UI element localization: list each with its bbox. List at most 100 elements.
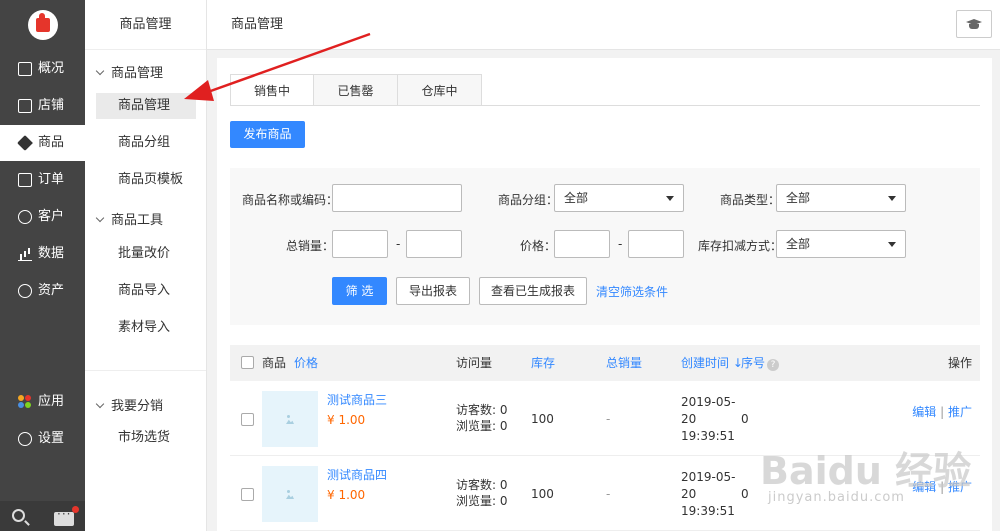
- nav-item-market-selection[interactable]: 市场选货: [96, 425, 196, 451]
- filter-panel: 商品名称或编码： 商品分组： 全部 商品类型： 全部 总销量： - 价格： - …: [230, 168, 980, 325]
- sidebar-item-label: 客户: [38, 209, 65, 224]
- total-sales-label: 总销量：: [286, 239, 335, 253]
- chevron-down-icon: [95, 213, 105, 223]
- secondary-nav: 商品管理 商品管理 商品管理 商品分组 商品页模板 商品工具 批量改价 商品导入…: [85, 0, 207, 531]
- stock-value: 100: [531, 412, 554, 426]
- col-product: 商品: [262, 356, 287, 370]
- created-time: 19:39:51: [681, 504, 735, 518]
- price-label: 价格：: [520, 239, 557, 253]
- sidebar-item-orders[interactable]: 订单: [0, 162, 85, 198]
- baidu-watermark-url: jingyan.baidu.com: [768, 490, 905, 505]
- clear-filters-link[interactable]: 清空筛选条件: [596, 283, 668, 300]
- nav-group-label: 商品工具: [111, 213, 164, 228]
- price-max-input[interactable]: [628, 230, 684, 258]
- main-sidebar: 概况 店铺 商品 订单 客户 数据 资产 应用 设置: [0, 0, 85, 531]
- logo[interactable]: [28, 10, 58, 40]
- chart-icon: [18, 247, 32, 261]
- row-checkbox[interactable]: [241, 488, 254, 501]
- tab-sold-out[interactable]: 已售罄: [314, 74, 398, 106]
- range-dash: -: [396, 237, 401, 251]
- chevron-down-icon: [95, 66, 105, 76]
- promote-link[interactable]: 推广: [948, 405, 972, 419]
- secondary-nav-title: 商品管理: [85, 0, 206, 50]
- filter-button[interactable]: 筛 选: [332, 277, 387, 305]
- tab-in-warehouse[interactable]: 仓库中: [398, 74, 482, 106]
- stock-deduct-label: 库存扣减方式：: [698, 239, 783, 253]
- group-select[interactable]: 全部: [554, 184, 684, 212]
- product-price: ¥ 1.00: [327, 413, 366, 427]
- nav-item-material-import[interactable]: 素材导入: [96, 315, 196, 341]
- sales-min-input[interactable]: [332, 230, 388, 258]
- sidebar-item-label: 设置: [38, 431, 65, 446]
- apps-icon: [18, 395, 32, 409]
- tab-on-sale[interactable]: 销售中: [230, 74, 314, 106]
- col-stock[interactable]: 库存: [531, 345, 555, 381]
- tag-icon: [17, 135, 33, 151]
- name-code-input[interactable]: [332, 184, 462, 212]
- sidebar-item-goods[interactable]: 商品: [0, 125, 85, 161]
- tabs-divider: [230, 105, 980, 106]
- group-label: 商品分组：: [498, 193, 559, 207]
- visitor-count: 访客数: 0: [456, 478, 508, 492]
- stock-deduct-select[interactable]: 全部: [776, 230, 906, 258]
- divider: [85, 370, 206, 371]
- nav-item-goods-import[interactable]: 商品导入: [96, 278, 196, 304]
- nav-item-page-templates[interactable]: 商品页模板: [96, 167, 196, 193]
- created-date: 2019-05-: [681, 395, 736, 409]
- product-thumbnail-image-icon[interactable]: [262, 391, 318, 447]
- product-name-link[interactable]: 测试商品三: [327, 391, 387, 408]
- col-price[interactable]: 价格: [294, 345, 318, 381]
- export-report-button[interactable]: 导出报表: [396, 277, 470, 305]
- sidebar-footer: [0, 501, 85, 531]
- nav-item-goods-groups[interactable]: 商品分组: [96, 130, 196, 156]
- nav-item-batch-price[interactable]: 批量改价: [96, 241, 196, 267]
- col-order[interactable]: 序号?: [741, 345, 780, 381]
- sidebar-item-label: 商品: [38, 135, 65, 150]
- row-actions: 编辑 | 推广: [912, 403, 972, 420]
- view-reports-button[interactable]: 查看已生成报表: [479, 277, 587, 305]
- row-checkbox[interactable]: [241, 413, 254, 426]
- type-select-value: 全部: [786, 191, 811, 205]
- chevron-down-icon: [95, 399, 105, 409]
- col-total-sales[interactable]: 总销量: [606, 345, 642, 381]
- baidu-watermark: Baidu 经验: [760, 449, 972, 493]
- nav-group-distribution[interactable]: 我要分销: [95, 395, 164, 414]
- monitor-icon: [18, 62, 32, 76]
- visitor-count: 访客数: 0: [456, 403, 508, 417]
- help-button[interactable]: [956, 10, 992, 38]
- sidebar-item-shop[interactable]: 店铺: [0, 88, 85, 124]
- action-separator: |: [940, 405, 945, 419]
- search-icon[interactable]: [12, 509, 25, 522]
- type-label: 商品类型：: [720, 193, 781, 207]
- order-value: 0: [741, 487, 749, 501]
- nav-item-goods-management[interactable]: 商品管理: [96, 93, 196, 119]
- sidebar-item-assets[interactable]: 资产: [0, 273, 85, 309]
- name-code-label: 商品名称或编码：: [242, 193, 339, 207]
- type-select[interactable]: 全部: [776, 184, 906, 212]
- nav-group-goods-tools[interactable]: 商品工具: [95, 209, 164, 228]
- sidebar-item-settings[interactable]: 设置: [0, 421, 85, 457]
- nav-group-label: 我要分销: [111, 399, 164, 414]
- sidebar-item-customers[interactable]: 客户: [0, 199, 85, 235]
- edit-link[interactable]: 编辑: [912, 405, 936, 419]
- sidebar-item-apps[interactable]: 应用: [0, 384, 85, 420]
- sidebar-item-data[interactable]: 数据: [0, 236, 85, 272]
- view-count: 浏览量: 0: [456, 494, 508, 508]
- top-bar: 商品管理: [207, 0, 1000, 50]
- select-all-checkbox[interactable]: [241, 356, 254, 369]
- page-title: 商品管理: [231, 17, 284, 32]
- price-min-input[interactable]: [554, 230, 610, 258]
- sales-value: -: [606, 487, 611, 501]
- help-icon[interactable]: ?: [767, 359, 780, 371]
- product-name-link[interactable]: 测试商品四: [327, 466, 387, 483]
- sidebar-item-overview[interactable]: 概况: [0, 51, 85, 87]
- chat-icon[interactable]: [54, 507, 74, 526]
- sales-max-input[interactable]: [406, 230, 462, 258]
- status-tabs: 销售中 已售罄 仓库中: [230, 74, 482, 106]
- publish-goods-button[interactable]: 发布商品: [230, 121, 305, 148]
- product-thumbnail-image-icon[interactable]: [262, 466, 318, 522]
- col-created-time[interactable]: 创建时间 ↓: [681, 345, 743, 381]
- order-value: 0: [741, 412, 749, 426]
- sidebar-item-label: 订单: [38, 172, 65, 187]
- nav-group-goods-management[interactable]: 商品管理: [95, 62, 163, 81]
